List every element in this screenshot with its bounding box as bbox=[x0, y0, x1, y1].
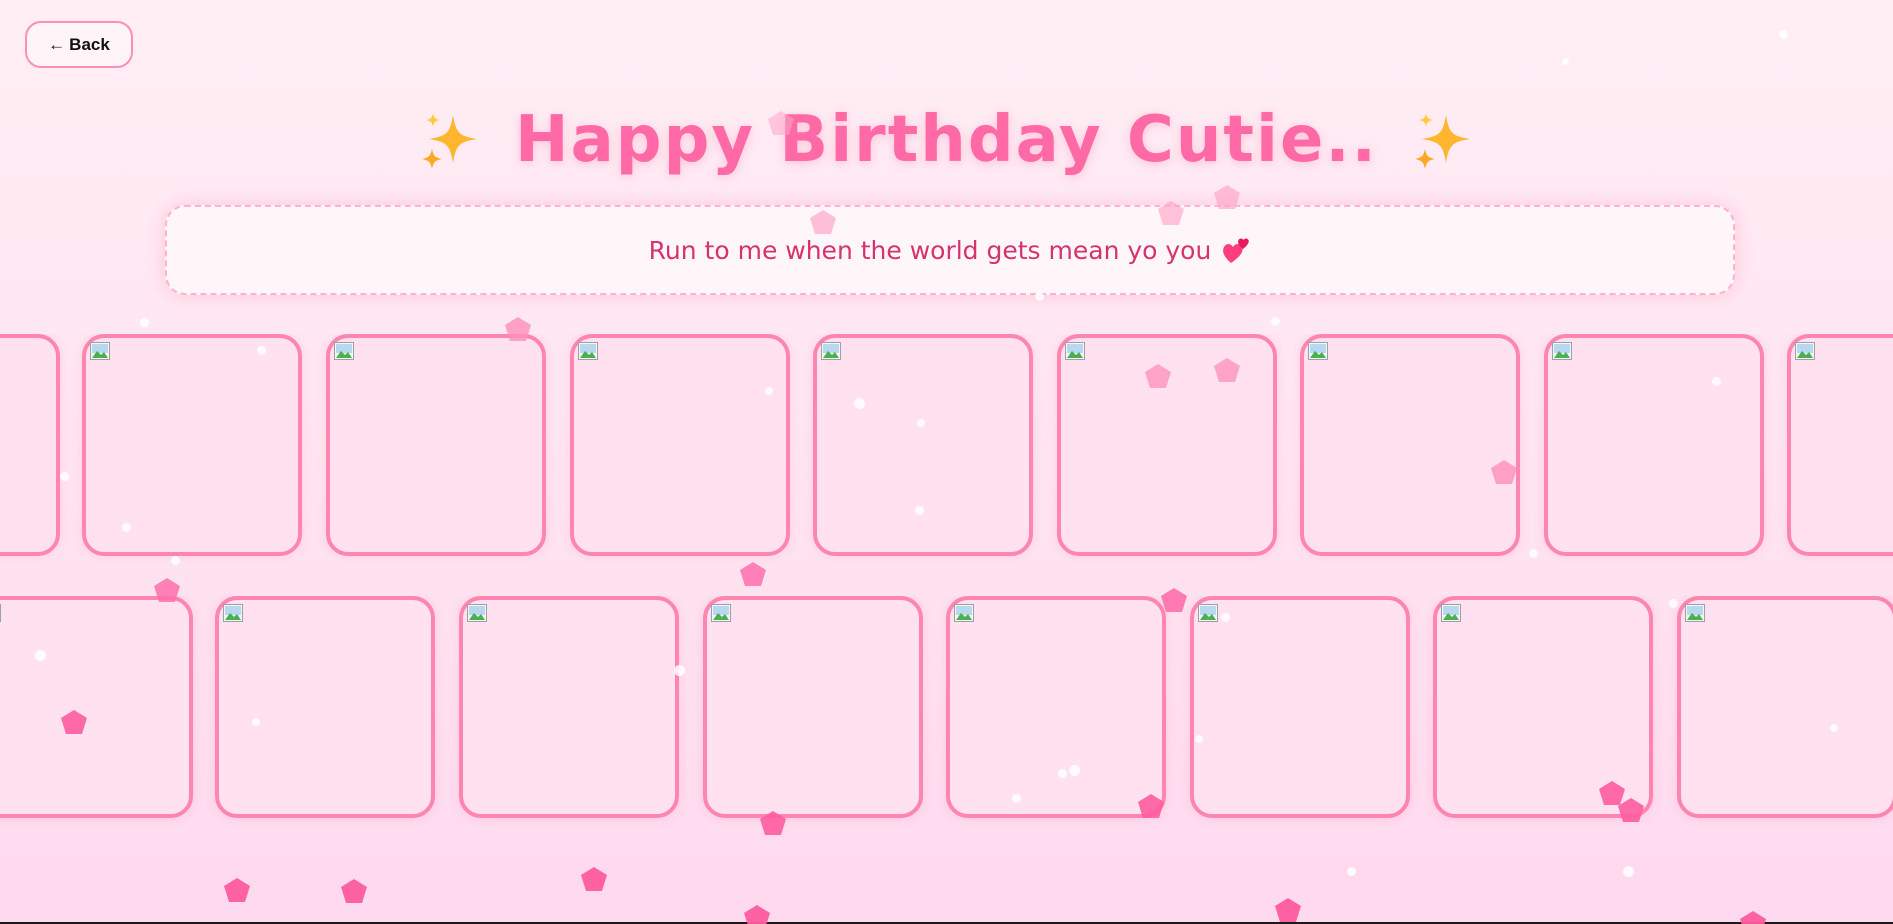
broken-image-icon bbox=[0, 604, 1, 622]
snow-dot bbox=[1669, 599, 1678, 608]
snow-dot bbox=[1271, 317, 1280, 326]
snow-dot bbox=[765, 387, 773, 395]
snow-dot bbox=[171, 556, 180, 565]
photo-card[interactable] bbox=[1190, 596, 1410, 818]
snow-dot bbox=[1712, 377, 1721, 386]
petal-icon bbox=[1275, 898, 1301, 922]
petal-icon bbox=[1214, 185, 1240, 209]
broken-image-icon bbox=[821, 342, 841, 360]
broken-image-icon bbox=[467, 604, 487, 622]
broken-image-icon bbox=[223, 604, 243, 622]
snow-dot bbox=[257, 346, 266, 355]
petal-icon bbox=[810, 210, 836, 234]
snow-dot bbox=[252, 718, 260, 726]
photo-card[interactable] bbox=[570, 334, 790, 556]
broken-image-icon bbox=[90, 342, 110, 360]
petal-icon bbox=[61, 710, 87, 734]
snow-dot bbox=[1195, 735, 1203, 743]
photo-card[interactable] bbox=[703, 596, 923, 818]
snow-dot bbox=[1069, 765, 1080, 776]
petal-icon bbox=[1145, 364, 1171, 388]
back-button-label: Back bbox=[69, 34, 110, 54]
snow-dot bbox=[674, 665, 685, 676]
broken-image-icon bbox=[711, 604, 731, 622]
page-title-row: Happy Birthday Cutie.. bbox=[0, 95, 1893, 185]
broken-image-icon bbox=[1685, 604, 1705, 622]
sparkles-icon bbox=[419, 109, 481, 171]
photo-row-1 bbox=[0, 334, 1893, 564]
petal-icon bbox=[341, 879, 367, 903]
petal-icon bbox=[1138, 794, 1164, 818]
petal-icon bbox=[224, 878, 250, 902]
broken-image-icon bbox=[1065, 342, 1085, 360]
snow-dot bbox=[1623, 866, 1634, 877]
petal-icon bbox=[154, 578, 180, 602]
snow-dot bbox=[1779, 30, 1788, 39]
broken-image-icon bbox=[954, 604, 974, 622]
back-arrow-icon: ← bbox=[48, 34, 66, 54]
petal-icon bbox=[1158, 201, 1184, 225]
photo-card[interactable] bbox=[326, 334, 546, 556]
snow-dot bbox=[1529, 549, 1538, 558]
petal-icon bbox=[1740, 911, 1766, 924]
message-text: Run to me when the world gets mean yo yo… bbox=[648, 235, 1212, 265]
petal-icon bbox=[744, 905, 770, 924]
photo-card[interactable] bbox=[459, 596, 679, 818]
broken-image-icon bbox=[1795, 342, 1815, 360]
back-button[interactable]: ← Back bbox=[25, 21, 133, 68]
snow-dot bbox=[35, 650, 46, 661]
snow-dot bbox=[1562, 58, 1569, 65]
broken-image-icon bbox=[334, 342, 354, 360]
two-hearts-icon bbox=[1221, 235, 1251, 265]
photo-card[interactable] bbox=[0, 596, 193, 818]
page-title: Happy Birthday Cutie.. bbox=[515, 103, 1378, 177]
snow-dot bbox=[1347, 867, 1356, 876]
photo-card[interactable] bbox=[215, 596, 435, 818]
snow-dot bbox=[915, 506, 924, 515]
snow-dot bbox=[854, 398, 865, 409]
snow-dot bbox=[917, 419, 925, 427]
message-box: Run to me when the world gets mean yo yo… bbox=[165, 205, 1735, 295]
broken-image-icon bbox=[1441, 604, 1461, 622]
broken-image-icon bbox=[1198, 604, 1218, 622]
snow-dot bbox=[1830, 724, 1838, 732]
broken-image-icon bbox=[1308, 342, 1328, 360]
snow-dot bbox=[122, 523, 131, 532]
snow-dot bbox=[60, 472, 69, 481]
petal-icon bbox=[505, 317, 531, 341]
snow-dot bbox=[1012, 794, 1021, 803]
petal-icon bbox=[1214, 358, 1240, 382]
snow-dot bbox=[1221, 613, 1230, 622]
petal-icon bbox=[1161, 588, 1187, 612]
photo-card[interactable] bbox=[1787, 334, 1893, 556]
photo-card[interactable] bbox=[813, 334, 1033, 556]
photo-card[interactable] bbox=[0, 334, 60, 556]
photo-card[interactable] bbox=[1300, 334, 1520, 556]
petal-icon bbox=[740, 562, 766, 586]
snow-dot bbox=[140, 318, 149, 327]
photo-card[interactable] bbox=[82, 334, 302, 556]
petal-icon bbox=[1491, 460, 1517, 484]
petal-icon bbox=[768, 111, 794, 135]
snow-dot bbox=[1058, 769, 1067, 778]
sparkles-icon bbox=[1412, 109, 1474, 171]
photo-card[interactable] bbox=[1544, 334, 1764, 556]
photo-card[interactable] bbox=[946, 596, 1166, 818]
petal-icon bbox=[1618, 798, 1644, 822]
broken-image-icon bbox=[578, 342, 598, 360]
photo-card[interactable] bbox=[1677, 596, 1893, 818]
snow-dot bbox=[1035, 292, 1044, 301]
petal-icon bbox=[760, 811, 786, 835]
petal-icon bbox=[581, 867, 607, 891]
broken-image-icon bbox=[1552, 342, 1572, 360]
